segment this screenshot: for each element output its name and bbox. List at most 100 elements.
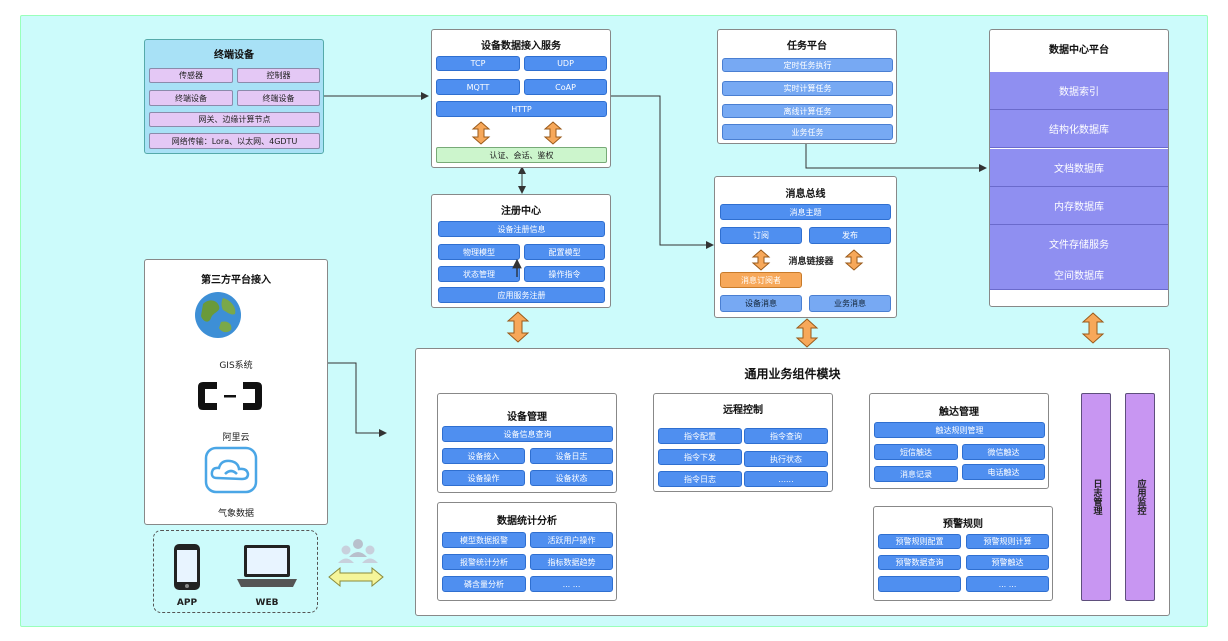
data-statistics-panel: 数据统计分析 模型数据报警 活跃用户操作 报警统计分析 指标数据趋势 磷含量分析… [437, 502, 617, 601]
remote-control-panel: 远程控制 指令配置 指令查询 指令下发 执行状态 指令日志 ...... [653, 393, 833, 492]
phone-reach-item: 电话触达 [962, 464, 1045, 480]
alarm-analysis-item: 报警统计分析 [442, 554, 526, 570]
laptop-icon [237, 545, 297, 587]
device-registration-item: 设备注册信息 [438, 221, 605, 237]
subscribe-item: 订阅 [720, 227, 802, 244]
wechat-reach-item: 微信触达 [962, 444, 1045, 460]
double-arrow-icon [506, 311, 530, 343]
memory-db-item: 内存数据库 [990, 187, 1168, 225]
data-index-item: 数据索引 [990, 72, 1168, 110]
registry-center-panel: 注册中心 设备注册信息 物理模型 配置模型 状态管理 操作指令 应用服务注册 [431, 194, 611, 308]
app-label: APP [176, 598, 198, 608]
device-log-item: 设备日志 [530, 448, 613, 464]
remote-title: 远程控制 [723, 405, 763, 416]
stats-title: 数据统计分析 [497, 516, 557, 527]
log-management-bar: 日志管理 [1081, 393, 1111, 601]
double-arrow-icon [471, 121, 491, 145]
alert-more-item: ... ... [966, 576, 1049, 592]
device-mgmt-title: 设备管理 [507, 412, 547, 423]
gateway-item: 网关、边缘计算节点 [149, 112, 320, 127]
command-log-item: 指令日志 [658, 471, 742, 487]
device-message-item: 设备消息 [720, 295, 802, 312]
weather-label: 气象数据 [217, 509, 254, 519]
app-service-registration-item: 应用服务注册 [438, 287, 605, 303]
business-message-item: 业务消息 [809, 295, 891, 312]
alert-rule-config-item: 预警规则配置 [878, 534, 961, 549]
offline-task-item: 离线计算任务 [722, 104, 893, 118]
model-alarm-item: 模型数据报警 [442, 532, 526, 548]
common-title: 通用业务组件模块 [744, 367, 841, 381]
device-info-query-item: 设备信息查询 [442, 426, 613, 442]
datacenter-title: 数据中心平台 [1049, 45, 1109, 56]
document-db-item: 文档数据库 [990, 149, 1168, 187]
data-center-panel: 数据中心平台 数据索引 结构化数据库 文档数据库 内存数据库 文件存储服务 空间… [989, 29, 1169, 307]
reach-rule-management-item: 触达规则管理 [874, 422, 1045, 438]
command-issue-item: 指令下发 [658, 449, 742, 465]
architecture-diagram: 终端设备 传感器 控制器 终端设备 终端设备 网关、边缘计算节点 网络传输：Lo… [0, 0, 1228, 641]
config-model-item: 配置模型 [524, 244, 605, 260]
http-protocol: HTTP [436, 101, 607, 117]
sensor-item: 传感器 [149, 68, 233, 83]
double-arrow-icon [328, 566, 384, 588]
terminal-device-item-1: 终端设备 [149, 90, 233, 106]
state-management-item: 状态管理 [438, 266, 520, 282]
web-label: WEB [255, 598, 279, 608]
auth-session-item: 认证、会话、鉴权 [436, 147, 607, 163]
sms-reach-item: 短信触达 [874, 444, 958, 460]
double-arrow-icon [543, 121, 563, 145]
physical-model-item: 物理模型 [438, 244, 520, 260]
command-config-item: 指令配置 [658, 428, 742, 444]
clients-group: APP WEB [153, 530, 318, 613]
operation-command-item: 操作指令 [524, 266, 605, 282]
globe-icon [195, 292, 241, 338]
network-item: 网络传输：Lora、以太网、4GDTU [149, 133, 320, 149]
spatial-db-item: 空间数据库 [990, 260, 1168, 290]
message-connector-label: 消息链接器 [788, 257, 834, 267]
stats-more-item: ... ... [530, 576, 613, 592]
third-party-panel: 第三方平台接入 GIS系统 阿里云 气象数据 [144, 259, 328, 525]
controller-item: 控制器 [237, 68, 320, 83]
remote-more-item: ...... [744, 471, 828, 487]
reach-title: 触达管理 [939, 407, 979, 418]
bus-title: 消息总线 [785, 189, 826, 200]
app-monitor-label: 应用监控 [1135, 479, 1146, 515]
business-task-item: 业务任务 [722, 124, 893, 140]
double-arrow-icon [1081, 312, 1105, 344]
task-title: 任务平台 [787, 41, 827, 52]
third-title: 第三方平台接入 [201, 275, 271, 286]
phosphorus-analysis-item: 磷含量分析 [442, 576, 526, 592]
phone-icon [174, 544, 200, 590]
double-arrow-icon [844, 249, 864, 271]
double-arrow-icon [751, 249, 771, 271]
udp-protocol: UDP [524, 56, 607, 71]
scheduled-task-item: 定时任务执行 [722, 58, 893, 72]
device-management-panel: 设备管理 设备信息查询 设备接入 设备日志 设备操作 设备状态 [437, 393, 617, 493]
registry-title: 注册中心 [501, 206, 541, 217]
device-access-service-panel: 设备数据接入服务 TCP UDP MQTT CoAP HTTP 认证、会话、鉴权 [431, 29, 611, 168]
device-status-item: 设备状态 [530, 470, 613, 486]
weather-cloud-icon [204, 446, 258, 494]
publish-item: 发布 [809, 227, 891, 244]
reach-management-panel: 触达管理 触达规则管理 短信触达 微信触达 消息记录 电话触达 [869, 393, 1049, 489]
alert-data-query-item: 预警数据查询 [878, 555, 961, 570]
alert-reach-item: 预警触达 [966, 555, 1049, 570]
terminal-device-item-2: 终端设备 [237, 90, 320, 106]
alert-rules-panel: 预警规则 预警规则配置 预警规则计算 预警数据查询 预警触达 ... ... [873, 506, 1053, 601]
alert-rule-calc-item: 预警规则计算 [966, 534, 1049, 549]
aliyun-logo-icon [198, 382, 262, 410]
mqtt-protocol: MQTT [436, 79, 520, 95]
coap-protocol: CoAP [524, 79, 607, 95]
message-bus-panel: 消息总线 消息主题 订阅 发布 消息链接器 消息订阅者 设备消息 业务消息 [714, 176, 897, 318]
indicator-trend-item: 指标数据趋势 [530, 554, 613, 570]
users-icon [338, 539, 378, 563]
terminal-devices-panel: 终端设备 传感器 控制器 终端设备 终端设备 网关、边缘计算节点 网络传输：Lo… [144, 39, 324, 154]
structured-db-item: 结构化数据库 [990, 110, 1168, 148]
common-business-module: 通用业务组件模块 设备管理 设备信息查询 设备接入 设备日志 设备操作 设备状态… [415, 348, 1170, 616]
device-operation-item: 设备操作 [442, 470, 525, 486]
message-subscriber-item: 消息订阅者 [720, 272, 802, 288]
double-arrow-icon [795, 318, 819, 348]
terminal-title: 终端设备 [214, 50, 254, 61]
execution-status-item: 执行状态 [744, 451, 828, 467]
gis-label: GIS系统 [219, 361, 253, 371]
device-access-item: 设备接入 [442, 448, 525, 464]
